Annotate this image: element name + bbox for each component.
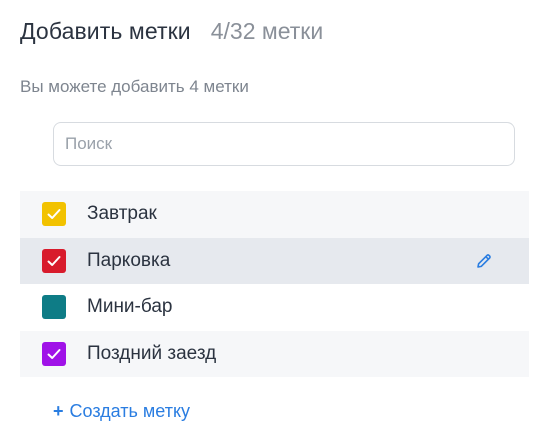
panel-title: Добавить метки [20,18,191,44]
tag-item-late-checkin[interactable]: Поздний заезд [20,330,529,377]
tag-list: Завтрак Парковка Мини-бар Поздний заезд [20,191,529,377]
check-icon [47,209,61,220]
search-input[interactable] [53,122,515,166]
create-tag-link[interactable]: + Создать метку [53,401,190,422]
create-tag-label: Создать метку [69,401,191,421]
tag-item-parking[interactable]: Парковка [20,237,529,284]
panel-header: Добавить метки 4/32 метки [20,18,323,45]
add-tags-panel: Добавить метки 4/32 метки Вы можете доба… [0,0,550,446]
tag-label: Поздний заезд [87,342,217,364]
tag-label: Мини-бар [87,296,173,318]
check-icon [47,348,61,359]
tag-checkbox[interactable] [42,248,66,273]
tag-checkbox[interactable] [42,295,66,320]
tag-checkbox[interactable] [42,202,66,227]
tag-item-breakfast[interactable]: Завтрак [20,191,529,238]
check-icon [47,255,61,266]
tag-checkbox[interactable] [42,341,66,366]
tag-count: 4/32 метки [210,18,324,44]
tag-item-minibar[interactable]: Мини-бар [20,284,529,331]
tag-label: Завтрак [87,203,157,225]
hint-text: Вы можете добавить 4 метки [20,77,249,96]
pencil-icon [477,253,491,268]
plus-icon: + [53,401,64,421]
tag-label: Парковка [87,249,171,271]
edit-button[interactable] [473,250,495,272]
